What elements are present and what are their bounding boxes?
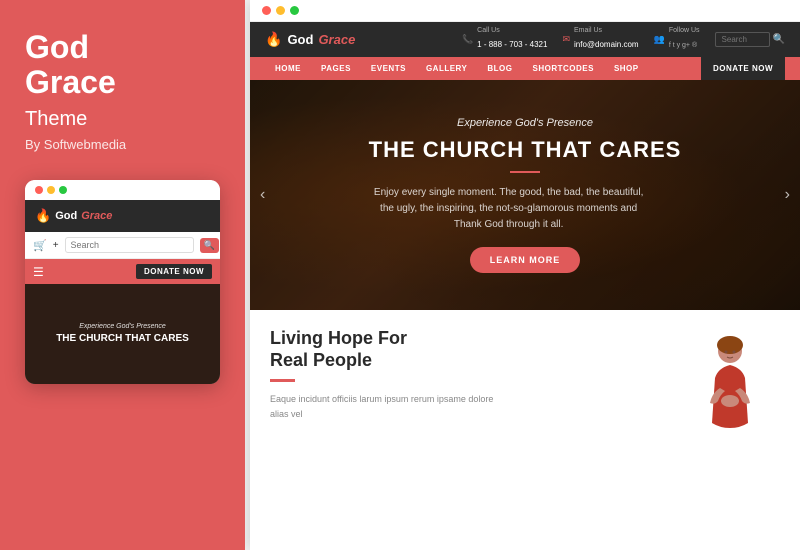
desktop-logo-god: God: [287, 32, 313, 47]
hero-content: Experience God's Presence THE CHURCH THA…: [369, 117, 682, 273]
bottom-description: Eaque incidunt officiis larum ipsum reru…: [270, 392, 510, 421]
desktop-search-input[interactable]: [715, 32, 770, 47]
hero-prev-arrow[interactable]: ‹: [260, 186, 265, 204]
header-email-item: ✉ Email Us info@domain.com: [562, 27, 638, 52]
nav-item-home[interactable]: HOME: [265, 57, 311, 80]
praying-person-image: [690, 333, 770, 443]
desktop-logo-grace: Grace: [318, 32, 355, 47]
mobile-search-bar: 🛒 + 🔍: [25, 232, 220, 259]
desktop-dot-green: [290, 6, 299, 15]
mobile-logo-grace: Grace: [81, 210, 112, 222]
call-label: Call Us: [477, 27, 547, 34]
desktop-donate-button[interactable]: DONATE NOW: [701, 57, 785, 80]
follow-label: Follow Us: [669, 27, 700, 34]
nav-item-shop[interactable]: SHOP: [604, 57, 649, 80]
desktop-search-button[interactable]: 🔍: [773, 34, 785, 45]
mobile-hero-title: THE CHURCH THAT CARES: [56, 333, 189, 345]
mobile-hero: Experience God's Presence THE CHURCH THA…: [25, 284, 220, 384]
mobile-menu-bar: ☰ DONATE NOW: [25, 259, 220, 284]
nav-item-pages[interactable]: PAGES: [311, 57, 361, 80]
hero-title: THE CHURCH THAT CARES: [369, 137, 682, 163]
mobile-dot-yellow: [47, 186, 55, 194]
right-panel: 🔥 God Grace 📞 Call Us 1 - 888 - 703 - 43…: [245, 0, 800, 550]
theme-title: God Grace: [25, 30, 116, 100]
mobile-hero-sub: Experience God's Presence: [79, 323, 166, 330]
desktop-bottom: Living Hope For Real People Eaque incidu…: [250, 310, 800, 550]
hero-next-arrow[interactable]: ›: [785, 186, 790, 204]
desktop-hero: ‹ Experience God's Presence THE CHURCH T…: [250, 80, 800, 310]
hamburger-icon: ☰: [33, 265, 44, 279]
bottom-image-column: [680, 328, 780, 532]
mobile-nav: 🔥 God Grace: [25, 200, 220, 232]
mobile-logo-god: God: [55, 210, 77, 222]
hero-learn-more-button[interactable]: LEARN MORE: [470, 247, 581, 273]
hero-subtitle: Experience God's Presence: [369, 117, 682, 129]
nav-item-shortcodes[interactable]: SHORTCODES: [522, 57, 603, 80]
email-value: info@domain.com: [574, 40, 639, 49]
bottom-text-column: Living Hope For Real People Eaque incidu…: [270, 328, 660, 532]
hero-description: Enjoy every single moment. The good, the…: [369, 185, 649, 233]
bottom-title: Living Hope For Real People: [270, 328, 660, 371]
flame-icon: 🔥: [35, 208, 51, 224]
desktop-dot-yellow: [276, 6, 285, 15]
nav-item-events[interactable]: EVENTS: [361, 57, 416, 80]
email-label: Email Us: [574, 27, 639, 34]
desktop-dot-red: [262, 6, 271, 15]
mobile-top-bar: [25, 180, 220, 200]
bottom-title-line2: Real People: [270, 350, 372, 370]
cart-icon: 🛒: [33, 239, 47, 252]
left-panel: God Grace Theme By Softwebmedia 🔥 God Gr…: [0, 0, 245, 550]
mobile-nav-logo: 🔥 God Grace: [35, 208, 112, 224]
nav-item-blog[interactable]: BLOG: [477, 57, 522, 80]
mobile-dot-green: [59, 186, 67, 194]
nav-item-gallery[interactable]: GALLERY: [416, 57, 477, 80]
desktop-logo: 🔥 God Grace: [265, 31, 355, 48]
desktop-search: 🔍: [715, 32, 785, 47]
desktop-nav-items: HOME PAGES EVENTS GALLERY BLOG SHORTCODE…: [265, 57, 649, 80]
header-call-item: 📞 Call Us 1 - 888 - 703 - 4321: [462, 27, 548, 52]
mobile-dot-red: [35, 186, 43, 194]
desktop-nav: HOME PAGES EVENTS GALLERY BLOG SHORTCODE…: [250, 57, 800, 80]
bottom-title-line1: Living Hope For: [270, 328, 407, 348]
desktop-header-info: 📞 Call Us 1 - 888 - 703 - 4321 ✉ Email U…: [462, 27, 785, 52]
email-icon: ✉: [562, 34, 570, 45]
bottom-divider: [270, 379, 295, 382]
theme-subtitle: Theme: [25, 108, 87, 131]
theme-by: By Softwebmedia: [25, 137, 126, 152]
desktop-header: 🔥 God Grace 📞 Call Us 1 - 888 - 703 - 43…: [250, 22, 800, 57]
desktop-mockup: 🔥 God Grace 📞 Call Us 1 - 888 - 703 - 43…: [250, 0, 800, 550]
desktop-flame-icon: 🔥: [265, 31, 282, 48]
mobile-search-button[interactable]: 🔍: [200, 238, 219, 253]
social-links: f t y g+ ®: [669, 42, 697, 49]
mobile-mockup: 🔥 God Grace 🛒 + 🔍 ☰ DONATE NOW Experienc…: [25, 180, 220, 384]
mobile-search-input[interactable]: [65, 237, 194, 253]
call-value: 1 - 888 - 703 - 4321: [477, 40, 547, 49]
phone-icon: 📞: [462, 34, 473, 45]
mobile-donate-button[interactable]: DONATE NOW: [136, 264, 212, 279]
plus-icon: +: [53, 240, 59, 251]
desktop-top-bar: [250, 0, 800, 22]
header-follow-item: 👥 Follow Us f t y g+ ®: [654, 27, 700, 52]
social-icon: 👥: [654, 34, 665, 45]
hero-divider: [510, 171, 540, 173]
